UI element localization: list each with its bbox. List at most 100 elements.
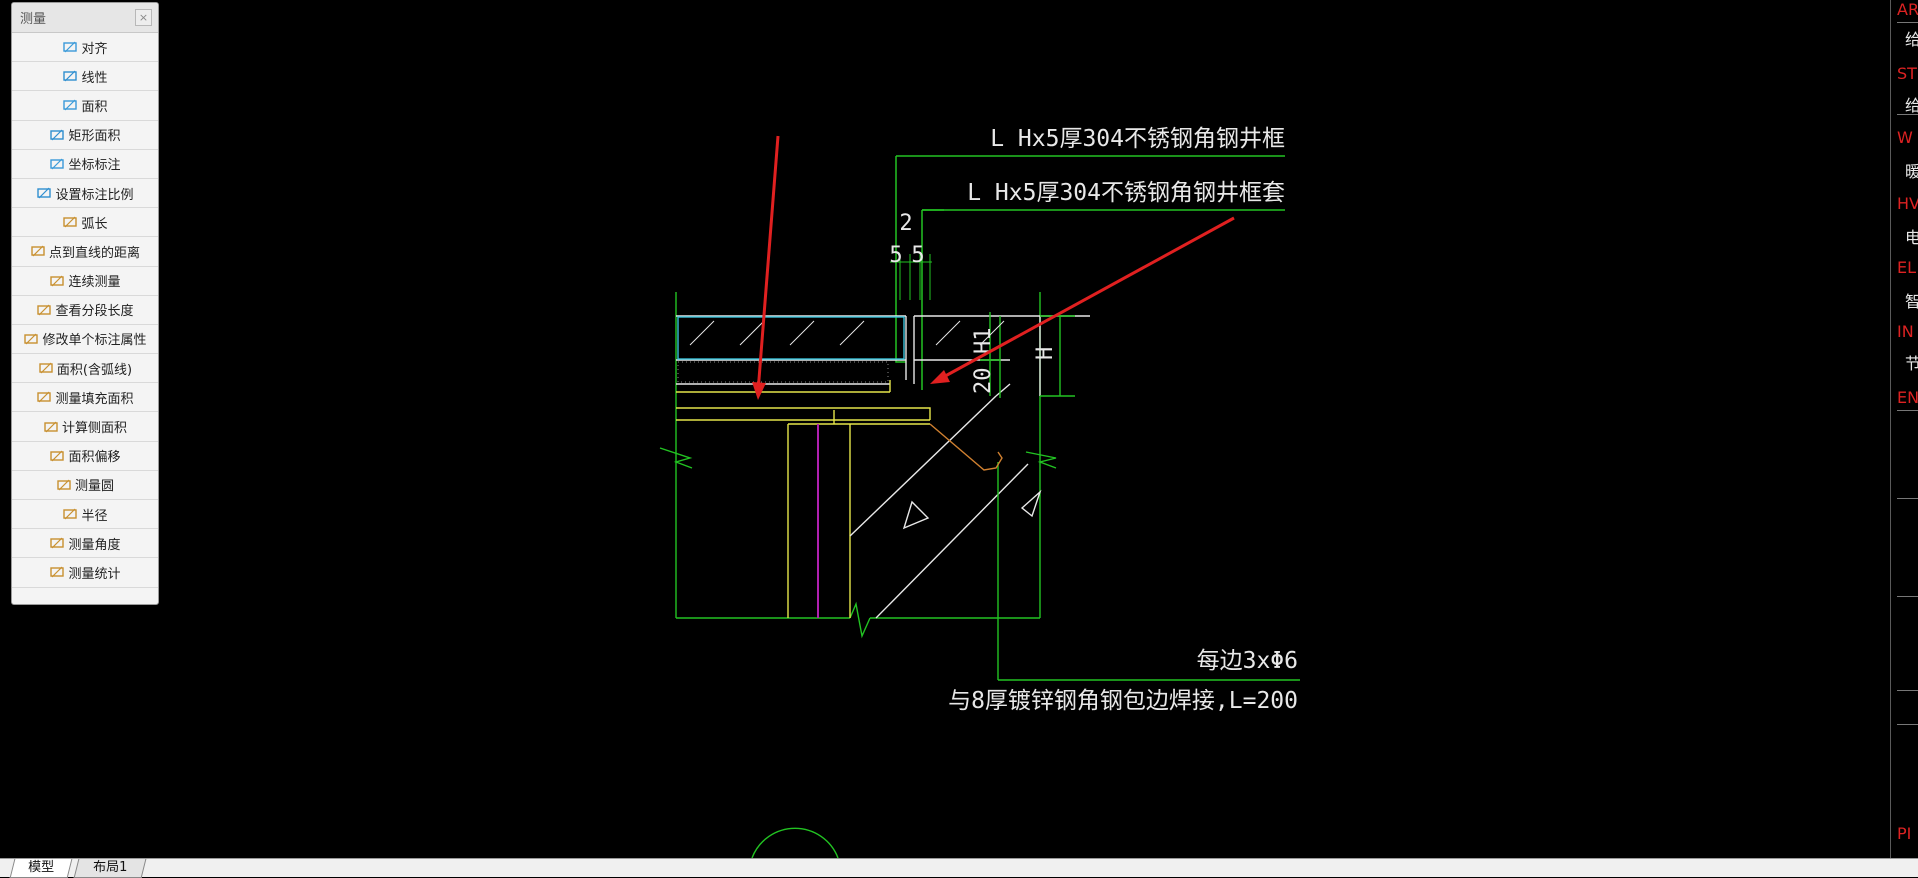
palette-header[interactable]: 测量 × xyxy=(12,3,158,33)
tool-side-area-button[interactable]: 计算侧面积 xyxy=(12,412,158,442)
layer-strip-divider xyxy=(1897,724,1918,725)
dim-20: 20 xyxy=(971,368,996,395)
dim-5a: 5 xyxy=(889,243,902,268)
tool-label: 半径 xyxy=(81,508,108,524)
tool-label: 测量圆 xyxy=(74,479,114,495)
tab-layout1[interactable]: 布局1 xyxy=(73,859,147,878)
side-area-icon xyxy=(44,421,58,432)
tool-label: 对齐 xyxy=(81,41,108,57)
layer-strip-item: 电 xyxy=(1905,228,1918,247)
layer-strip-divider xyxy=(1897,498,1918,499)
angle-icon xyxy=(50,537,65,549)
layer-strip-item: 给 xyxy=(1905,30,1918,49)
tab-model-label: 模型 xyxy=(28,860,55,875)
tool-label: 查看分段长度 xyxy=(55,304,134,320)
tool-hatch-area-button[interactable]: 测量填充面积 xyxy=(12,383,158,413)
layer-strip: AR 给 ST 给 W 暖 HV 电 EL 智 IN 节 EN PI xyxy=(1890,0,1918,858)
tool-label: 线性 xyxy=(81,70,108,86)
tool-arc-length-button[interactable]: 弧长 xyxy=(12,208,158,238)
label-weld: 与8厚镀锌钢角钢包边焊接,L=200 xyxy=(948,688,1298,714)
tool-label: 测量角度 xyxy=(68,537,121,553)
dim-h: H xyxy=(1033,347,1058,360)
measure-palette[interactable]: 测量 × 对齐线性面积矩形面积坐标标注设置标注比例 弧长点到直线的距离 连续测量查看… xyxy=(11,2,159,605)
circle-icon xyxy=(57,479,71,491)
layer-strip-divider xyxy=(1897,114,1918,115)
label-each-side: 每边3xΦ6 xyxy=(1197,648,1298,674)
continuous-measure-icon xyxy=(50,275,65,287)
statistics-icon xyxy=(50,567,65,578)
hatch-pattern xyxy=(689,320,1005,346)
tab-layout1-label: 布局1 xyxy=(92,860,128,875)
tool-label: 设置标注比例 xyxy=(55,187,134,203)
dim-2: 2 xyxy=(899,211,912,236)
tool-rect-area-button[interactable]: 矩形面积 xyxy=(12,121,158,150)
tool-linear-dim-button[interactable]: 线性 xyxy=(12,62,158,92)
layer-strip-divider xyxy=(1897,596,1918,597)
tool-label: 面积(含弧线) xyxy=(56,362,133,378)
linear-dim-icon xyxy=(63,70,78,82)
dim-5b: 5 xyxy=(911,243,924,268)
tool-label: 面积偏移 xyxy=(68,450,121,466)
layer-strip-item: EN xyxy=(1897,388,1918,407)
tool-label: 连续测量 xyxy=(68,275,121,291)
tab-model[interactable]: 模型 xyxy=(9,859,73,878)
tool-area-offset-button[interactable]: 面积偏移 xyxy=(12,442,158,471)
tool-area-button[interactable]: 面积 xyxy=(12,91,158,121)
layer-strip-item: HV xyxy=(1897,194,1918,213)
label-frame-sleeve: L Hx5厚304不锈钢角钢井框套 xyxy=(967,180,1285,206)
tool-coordinate-button[interactable]: 坐标标注 xyxy=(12,150,158,179)
aligned-dim-icon xyxy=(63,41,78,53)
tool-label: 测量统计 xyxy=(68,566,121,582)
tool-angle-button[interactable]: 测量角度 xyxy=(12,529,158,559)
tool-label: 测量填充面积 xyxy=(55,391,134,407)
tool-circle-button[interactable]: 测量圆 xyxy=(12,471,158,500)
scale-icon xyxy=(37,187,52,199)
layer-strip-item: ST xyxy=(1897,64,1917,83)
area-icon xyxy=(63,100,78,111)
close-icon[interactable]: × xyxy=(135,9,152,26)
partial-circle xyxy=(751,827,839,858)
radius-icon xyxy=(63,508,78,520)
tool-label: 计算侧面积 xyxy=(61,421,127,437)
arc-area-icon xyxy=(39,362,53,374)
layout-tabbar: 模型 布局1 xyxy=(0,858,1918,878)
layer-strip-divider xyxy=(1897,690,1918,691)
tool-label: 点到直线的距离 xyxy=(48,245,140,261)
tool-statistics-button[interactable]: 测量统计 xyxy=(12,558,158,588)
layer-strip-divider xyxy=(1897,410,1918,411)
layer-strip-item: EL xyxy=(1897,258,1917,277)
tool-segment-length-button[interactable]: 查看分段长度 xyxy=(12,296,158,325)
label-frame: L Hx5厚304不锈钢角钢井框 xyxy=(990,126,1285,152)
tool-label: 修改单个标注属性 xyxy=(42,333,147,349)
point-line-distance-icon xyxy=(31,245,45,257)
layer-strip-item: 节 xyxy=(1905,354,1918,373)
layer-strip-item: 暖 xyxy=(1905,162,1918,181)
tool-edit-dim-button[interactable]: 修改单个标注属性 xyxy=(12,325,158,355)
hatch-area-icon xyxy=(37,391,52,403)
tool-aligned-dim-button[interactable]: 对齐 xyxy=(12,33,158,63)
tool-scale-button[interactable]: 设置标注比例 xyxy=(12,179,158,209)
rect-area-icon xyxy=(50,129,65,141)
layer-strip-item: W xyxy=(1897,128,1913,147)
cad-drawing-canvas[interactable]: L Hx5厚304不锈钢角钢井框 L Hx5厚304不锈钢角钢井框套 2 5 5 xyxy=(0,0,1890,858)
layer-strip-item: 给 xyxy=(1905,96,1918,115)
layer-strip-divider xyxy=(1897,22,1918,23)
speckle-layer xyxy=(677,361,889,383)
tool-arc-area-button[interactable]: 面积(含弧线) xyxy=(12,354,158,384)
layer-strip-item: IN xyxy=(1897,322,1914,341)
segment-length-icon xyxy=(37,304,52,316)
tool-label: 弧长 xyxy=(81,216,108,232)
tool-list: 对齐线性面积矩形面积坐标标注设置标注比例 弧长点到直线的距离 连续测量查看分段长度修… xyxy=(12,33,158,588)
tool-continuous-measure-button[interactable]: 连续测量 xyxy=(12,267,158,296)
tool-label: 面积 xyxy=(81,99,108,115)
palette-title: 测量 xyxy=(20,12,47,27)
layer-strip-item: PI xyxy=(1897,824,1912,843)
tool-label: 矩形面积 xyxy=(68,129,121,145)
tool-point-line-distance-button[interactable]: 点到直线的距离 xyxy=(12,237,158,267)
tool-radius-button[interactable]: 半径 xyxy=(12,500,158,530)
coordinate-icon xyxy=(50,158,65,170)
edit-dim-icon xyxy=(24,333,39,345)
area-offset-icon xyxy=(50,450,65,462)
layer-strip-item: AR xyxy=(1897,0,1918,19)
tool-label: 坐标标注 xyxy=(68,158,121,174)
